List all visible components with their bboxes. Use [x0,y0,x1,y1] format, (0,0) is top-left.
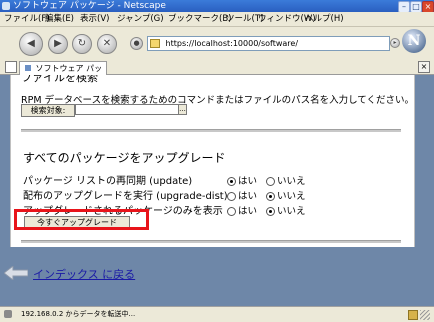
option-dist-upgrade-radios: はい いいえ [227,188,306,202]
resync-yes-label: はい [238,176,258,187]
section-divider [21,129,401,132]
connection-icon [4,310,12,318]
resync-yes-radio[interactable] [227,177,236,186]
menu-file[interactable]: ファイル(F) [4,12,50,26]
menu-edit[interactable]: 編集(E) [45,12,74,26]
dist-upgrade-yes-label: はい [238,191,258,202]
section-divider-bottom [21,240,401,243]
close-tab-button[interactable]: × [418,61,430,73]
new-tab-icon[interactable] [5,61,17,73]
dist-upgrade-no-label: いいえ [277,191,306,202]
menu-view[interactable]: 表示(V) [80,12,109,26]
status-text: 192.168.0.2 からデータを転送中... [21,310,136,318]
back-button[interactable]: ◀ [19,32,43,56]
section-heading-search: ファイルを検索 [21,75,98,84]
file-search-input[interactable] [75,104,179,115]
dist-upgrade-no-radio[interactable] [266,192,276,201]
option-resync-label: パッケージ リストの再同期 (update) [23,176,193,187]
page-content: ファイルを検索 RPM データベースを検索するためのコマンドまたはファイルのパス… [10,75,415,247]
dist-upgrade-yes-radio[interactable] [227,192,236,201]
return-to-index-text: インデックス に戻る [33,268,136,281]
app-icon [2,2,10,10]
show-only-no-label: いいえ [277,206,306,217]
option-dist-upgrade-label: 配布のアップグレードを実行 (upgrade-dist) [23,191,228,202]
browse-button[interactable]: ... [178,104,187,115]
menu-bookmarks[interactable]: ブックマーク(B) [168,12,231,26]
option-resync-radios: はい いいえ [227,173,306,187]
stop-button[interactable]: ✕ [97,34,117,54]
search-go-icon[interactable]: ▸ [390,38,400,48]
address-url: https://localhost:10000/software/ [165,39,299,48]
return-to-index-link[interactable]: インデックス に戻る [4,264,164,284]
tab-favicon-icon [25,65,31,71]
tab-software-packages[interactable]: ソフトウェア パッケージ [19,61,107,86]
menu-bar: ファイル(F) 編集(E) 表示(V) ジャンプ(G) ブックマーク(B) ツー… [0,12,434,27]
status-bar: 192.168.0.2 からデータを転送中... [0,306,434,322]
resync-no-radio[interactable] [266,177,276,186]
title-bar: ソフトウェア パッケージ - Netscape – □ × [0,0,434,13]
security-lock-icon[interactable] [408,310,418,320]
address-bar[interactable]: https://localhost:10000/software/ [147,36,390,51]
show-only-yes-label: はい [238,206,258,217]
window-title: ソフトウェア パッケージ - Netscape [13,1,166,11]
resync-no-label: いいえ [277,176,306,187]
upgrade-all-heading: すべてのパッケージをアップグレード [23,151,226,165]
menu-help[interactable]: ヘルプ(H) [305,12,344,26]
menu-go[interactable]: ジャンプ(G) [117,12,164,26]
resize-grip-icon[interactable] [420,310,430,320]
tab-bar: ソフトウェア パッケージ [0,59,434,86]
netscape-logo: N [402,29,426,53]
lock-icon [150,39,160,48]
back-arrow-icon [4,266,28,280]
option-show-only-radios: はい いいえ [227,203,306,217]
show-only-no-radio[interactable] [266,207,276,216]
forward-button[interactable]: ▶ [48,34,68,54]
search-target-button[interactable]: 検索対象: [21,104,75,117]
show-only-yes-radio[interactable] [227,207,236,216]
highlight-box [14,209,149,230]
home-button[interactable]: ● [130,37,143,50]
reload-button[interactable]: ↻ [72,34,92,54]
